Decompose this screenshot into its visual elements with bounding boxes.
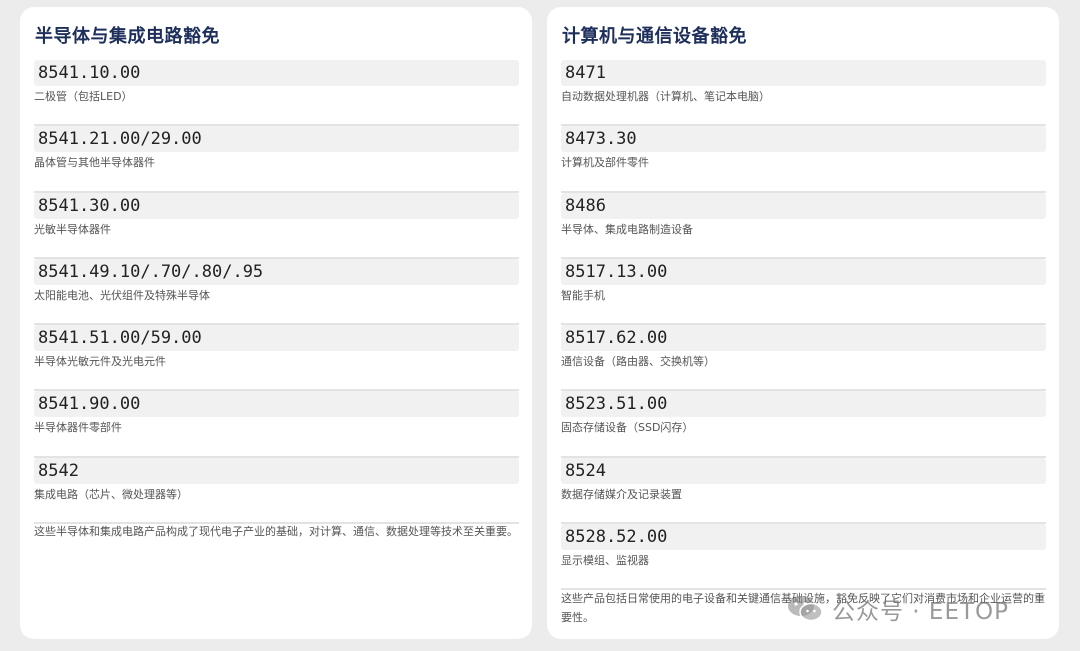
list-item: 8517.62.00 通信设备（路由器、交换机等） [561,325,1046,392]
item-description: 半导体、集成电路制造设备 [561,222,693,236]
hs-code: 8541.30.00 [34,192,519,219]
card-title: 计算机与通信设备豁免 [562,26,747,47]
list-item: 8524 数据存储媒介及记录装置 [561,457,1046,525]
hs-code: 8473.30 [561,126,1046,153]
item-description: 太阳能电池、光伏组件及特殊半导体 [34,288,210,302]
card-title: 半导体与集成电路豁免 [35,26,220,47]
list-item: 8517.13.00 智能手机 [561,258,1046,326]
hs-code: 8541.90.00 [34,391,519,418]
hs-code: 8542 [34,457,519,484]
item-description: 集成电路（芯片、微处理器等） [34,487,188,501]
item-description: 半导体器件零部件 [34,421,122,435]
watermark-text: 公众号 · EETOP [832,599,1010,625]
hs-code: 8486 [561,192,1046,219]
hs-code: 8541.10.00 [34,60,519,86]
hs-code: 8524 [561,457,1046,484]
hs-code: 8517.62.00 [561,325,1046,352]
list-item: 8523.51.00 固态存储设备（SSD闪存） [561,391,1046,458]
wechat-icon [788,596,823,622]
item-description: 计算机及部件零件 [561,156,649,170]
exemption-list: 8541.10.00 二极管（包括LED） 8541.21.00/29.00 晶… [34,60,519,525]
list-item: 8486 半导体、集成电路制造设备 [561,192,1046,259]
item-description: 智能手机 [561,288,605,302]
semiconductor-exemptions-card: 半导体与集成电路豁免 8541.10.00 二极管（包括LED） 8541.21… [20,7,532,639]
item-description: 固态存储设备（SSD闪存） [561,421,694,435]
hs-code: 8541.49.10/.70/.80/.95 [34,258,519,285]
computer-communication-exemptions-card: 计算机与通信设备豁免 8471 自动数据处理机器（计算机、笔记本电脑） 8473… [547,7,1059,639]
hs-code: 8523.51.00 [561,391,1046,418]
item-description: 半导体光敏元件及光电元件 [34,355,166,369]
hs-code: 8541.21.00/29.00 [34,126,519,153]
item-description: 二极管（包括LED） [34,90,133,103]
list-item: 8473.30 计算机及部件零件 [561,126,1046,193]
watermark: 公众号 · EETOP [786,592,1009,626]
list-item: 8471 自动数据处理机器（计算机、笔记本电脑） [561,60,1046,127]
item-description: 光敏半导体器件 [34,222,111,236]
item-description: 自动数据处理机器（计算机、笔记本电脑） [561,90,770,103]
list-item: 8528.52.00 显示模组、监视器 [561,524,1046,591]
hs-code: 8541.51.00/59.00 [34,325,519,352]
hs-code: 8528.52.00 [561,524,1046,551]
list-item: 8541.21.00/29.00 晶体管与其他半导体器件 [34,126,519,193]
hs-code: 8471 [561,60,1046,86]
list-item: 8541.30.00 光敏半导体器件 [34,192,519,259]
list-item: 8541.51.00/59.00 半导体光敏元件及光电元件 [34,325,519,392]
hs-code: 8517.13.00 [561,258,1046,285]
item-description: 显示模组、监视器 [561,554,649,568]
list-item: 8541.49.10/.70/.80/.95 太阳能电池、光伏组件及特殊半导体 [34,258,519,326]
item-description: 数据存储媒介及记录装置 [561,487,682,501]
item-description: 通信设备（路由器、交换机等） [561,355,715,369]
summary-note: 这些半导体和集成电路产品构成了现代电子产业的基础，对计算、通信、数据处理等技术至… [34,525,518,538]
exemption-list: 8471 自动数据处理机器（计算机、笔记本电脑） 8473.30 计算机及部件零… [561,60,1046,591]
item-description: 晶体管与其他半导体器件 [34,156,155,170]
list-item: 8542 集成电路（芯片、微处理器等） [34,457,519,525]
list-item: 8541.90.00 半导体器件零部件 [34,391,519,458]
list-item: 8541.10.00 二极管（包括LED） [34,60,519,127]
